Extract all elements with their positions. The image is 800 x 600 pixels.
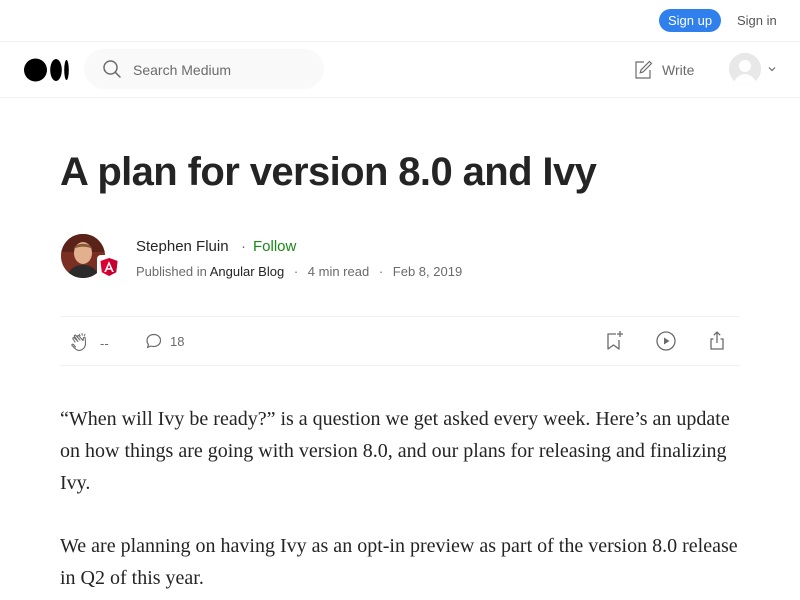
user-menu-button[interactable]: [729, 53, 777, 85]
author-name[interactable]: Stephen Fluin: [136, 238, 229, 255]
article-title: A plan for version 8.0 and Ivy: [60, 150, 597, 194]
medium-logo[interactable]: [24, 58, 70, 82]
top-bar: Sign up Sign in: [0, 0, 800, 42]
publish-date: Feb 8, 2019: [392, 264, 463, 279]
responses-button[interactable]: 18: [144, 331, 184, 351]
article-paragraph: “When will Ivy be ready?” is a question …: [60, 408, 730, 494]
response-count: 18: [170, 333, 185, 349]
site-header: Write: [0, 41, 800, 98]
separator-dot: ·: [378, 264, 384, 279]
play-listen-icon[interactable]: [654, 329, 678, 353]
angular-logo-icon: [100, 258, 118, 276]
sign-up-button[interactable]: Sign up: [659, 9, 721, 32]
separator-dot: ·: [241, 238, 246, 255]
write-icon: [635, 60, 653, 79]
article-action-bar: -- 18: [60, 316, 740, 366]
article-meta: Published in Angular Blog · 4 min read ·…: [136, 264, 462, 279]
article-paragraph: We are planning on having Ivy as an opt-…: [60, 535, 738, 589]
follow-button[interactable]: Follow: [253, 238, 296, 255]
write-label: Write: [662, 62, 695, 78]
write-button[interactable]: Write: [632, 58, 694, 82]
search-box: [84, 49, 324, 91]
publication-link[interactable]: Angular Blog: [210, 264, 284, 279]
share-icon[interactable]: [705, 329, 729, 353]
chevron-down-icon: [768, 67, 776, 72]
angular-publication-badge[interactable]: [97, 255, 121, 279]
clap-count: --: [100, 335, 109, 351]
bookmark-add-icon[interactable]: [602, 329, 626, 353]
user-avatar-icon: [729, 53, 761, 85]
clap-button[interactable]: --: [68, 331, 109, 355]
sign-in-link[interactable]: Sign in: [737, 13, 777, 28]
separator-dot: ·: [293, 264, 299, 279]
clap-icon: [71, 333, 87, 351]
comment-icon: [146, 333, 162, 349]
search-input[interactable]: [131, 49, 315, 91]
published-in-label: Published in: [136, 264, 207, 279]
search-icon: [103, 60, 121, 78]
read-time: 4 min read: [307, 264, 370, 279]
